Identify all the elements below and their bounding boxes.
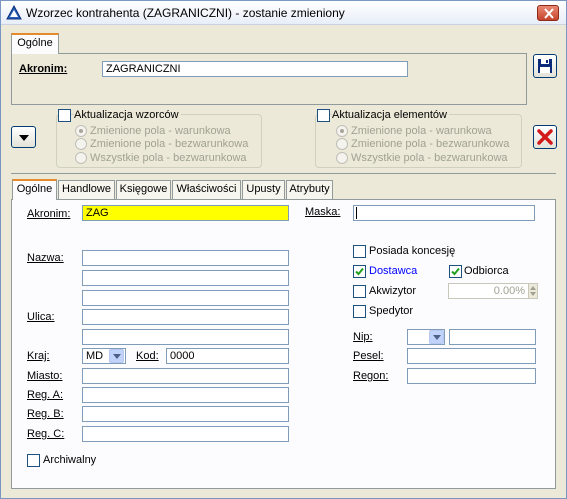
posiada-koncesje-checkbox[interactable]: [353, 245, 366, 258]
pesel-input[interactable]: [407, 348, 536, 364]
archiwalny-checkbox[interactable]: [27, 454, 40, 467]
rega-label: Reg. A:: [27, 389, 64, 401]
tab-wlasciwosci-label: Właściwości: [176, 183, 237, 195]
maska-label: Maska:: [305, 206, 341, 218]
save-button[interactable]: [533, 54, 557, 78]
kod-label: Kod:: [136, 350, 159, 362]
update-elements-option-1: Zmienione pola - bezwarunkowa: [351, 138, 510, 150]
regc-input[interactable]: [82, 426, 289, 442]
akwizytor-percent-input[interactable]: 0.00%: [448, 283, 529, 299]
tab-top-ogolne[interactable]: Ogólne: [11, 33, 59, 54]
tab-ksiegowe[interactable]: Księgowe: [116, 180, 171, 200]
update-elements-radio-2[interactable]: [336, 152, 348, 164]
chevron-down-icon: [113, 354, 121, 359]
regb-label: Reg. B:: [27, 408, 64, 420]
archiwalny-label: Archiwalny: [43, 454, 97, 466]
text-cursor: [356, 207, 357, 219]
update-patterns-option-1: Zmienione pola - bezwarunkowa: [90, 138, 249, 150]
tab-ogolne[interactable]: Ogólne: [12, 179, 57, 200]
chevron-down-icon: [19, 135, 29, 141]
update-patterns-option-0: Zmienione pola - warunkowa: [90, 125, 231, 137]
update-elements-checkbox[interactable]: [317, 109, 330, 122]
kod-input[interactable]: 0000: [166, 348, 289, 364]
nip-input[interactable]: [449, 329, 536, 345]
update-elements-option-2: Wszystkie pola - bezwarunkowa: [351, 152, 508, 164]
update-patterns-radio-1[interactable]: [75, 138, 87, 150]
regb-input[interactable]: [82, 406, 289, 422]
tab-ksiegowe-label: Księgowe: [119, 183, 168, 195]
spedytor-label: Spedytor: [369, 305, 414, 317]
nazwa-input-1[interactable]: [82, 250, 289, 266]
tab-handlowe[interactable]: Handlowe: [58, 180, 115, 200]
update-patterns-radio-0[interactable]: [75, 125, 87, 137]
window-close-button[interactable]: [537, 5, 559, 21]
posiada-koncesje-label: Posiada koncesję: [369, 245, 456, 257]
cancel-button[interactable]: [533, 125, 557, 149]
akwizytor-checkbox[interactable]: [353, 285, 366, 298]
miasto-input[interactable]: [82, 368, 289, 384]
tab-ogolne-label: Ogólne: [16, 183, 53, 195]
chevron-down-icon: [433, 335, 441, 340]
dostawca-label: Dostawca: [369, 265, 418, 277]
regc-label: Reg. C:: [27, 428, 65, 440]
ulica-input-2[interactable]: [82, 329, 289, 345]
regon-input[interactable]: [407, 368, 536, 384]
miasto-label: Miasto:: [27, 370, 63, 382]
akwizytor-label: Akwizytor: [369, 285, 417, 297]
regon-label: Regon:: [353, 370, 389, 382]
update-elements-option-0: Zmienione pola - warunkowa: [351, 125, 492, 137]
window-title: Wzorzec kontrahenta (ZAGRANICZNI) - zost…: [26, 6, 345, 20]
nazwa-label: Nazwa:: [27, 252, 64, 264]
tab-handlowe-label: Handlowe: [62, 183, 111, 195]
update-elements-radio-1[interactable]: [336, 138, 348, 150]
red-x-icon: [537, 129, 553, 145]
top-panel: Akronim: ZAGRANICZNI: [11, 53, 527, 105]
checkmark-icon: [355, 267, 364, 276]
triangle-app-icon: [6, 4, 22, 21]
title-bar: Wzorzec kontrahenta (ZAGRANICZNI) - zost…: [1, 1, 566, 25]
kraj-label: Kraj:: [27, 350, 50, 362]
update-patterns-checkbox[interactable]: [58, 109, 71, 122]
spedytor-checkbox[interactable]: [353, 305, 366, 318]
nip-label: Nip:: [353, 331, 373, 343]
maska-input[interactable]: [353, 205, 535, 221]
update-patterns-label: Aktualizacja wzorców: [74, 109, 181, 121]
ogolne-panel: Akronim: ZAG Nazwa: Ulica: Kraj: MD Kod:…: [11, 199, 556, 489]
dialog-window: Wzorzec kontrahenta (ZAGRANICZNI) - zost…: [0, 0, 567, 499]
update-patterns-option-2: Wszystkie pola - bezwarunkowa: [90, 152, 247, 164]
tab-atrybuty[interactable]: Atrybuty: [286, 180, 333, 200]
update-elements-radio-0[interactable]: [336, 125, 348, 137]
tab-upusty-label: Upusty: [246, 183, 281, 195]
ulica-label: Ulica:: [27, 311, 55, 323]
separator: [11, 173, 556, 174]
akwizytor-spinner[interactable]: [528, 283, 538, 299]
close-icon: [544, 8, 554, 19]
ulica-input-1[interactable]: [82, 309, 289, 325]
floppy-disk-icon: [538, 59, 552, 73]
odbiorca-checkbox[interactable]: [449, 265, 462, 278]
expand-button[interactable]: [11, 126, 36, 148]
nazwa-input-2[interactable]: [82, 270, 289, 286]
nazwa-input-3[interactable]: [82, 290, 289, 306]
tab-top-ogolne-label: Ogólne: [17, 37, 53, 49]
odbiorca-label: Odbiorca: [464, 265, 509, 277]
nip-prefix-dropdown-button[interactable]: [429, 330, 444, 344]
update-patterns-radio-2[interactable]: [75, 152, 87, 164]
dostawca-checkbox[interactable]: [353, 265, 366, 278]
checkmark-icon: [451, 267, 460, 276]
top-akronim-label: Akronim:: [19, 63, 68, 75]
tab-wlasciwosci[interactable]: Właściwości: [172, 180, 241, 200]
kraj-value: MD: [86, 350, 104, 362]
tab-upusty[interactable]: Upusty: [242, 180, 285, 200]
tab-atrybuty-label: Atrybuty: [289, 183, 330, 195]
update-elements-label: Aktualizacja elementów: [332, 109, 449, 121]
kraj-dropdown-button[interactable]: [109, 349, 124, 363]
akronim-label: Akronim:: [27, 208, 71, 220]
akronim-input[interactable]: ZAG: [82, 205, 289, 221]
top-akronim-input[interactable]: ZAGRANICZNI: [102, 61, 408, 77]
spinner-arrows-icon: [530, 286, 536, 296]
pesel-label: Pesel:: [353, 350, 384, 362]
rega-input[interactable]: [82, 387, 289, 403]
